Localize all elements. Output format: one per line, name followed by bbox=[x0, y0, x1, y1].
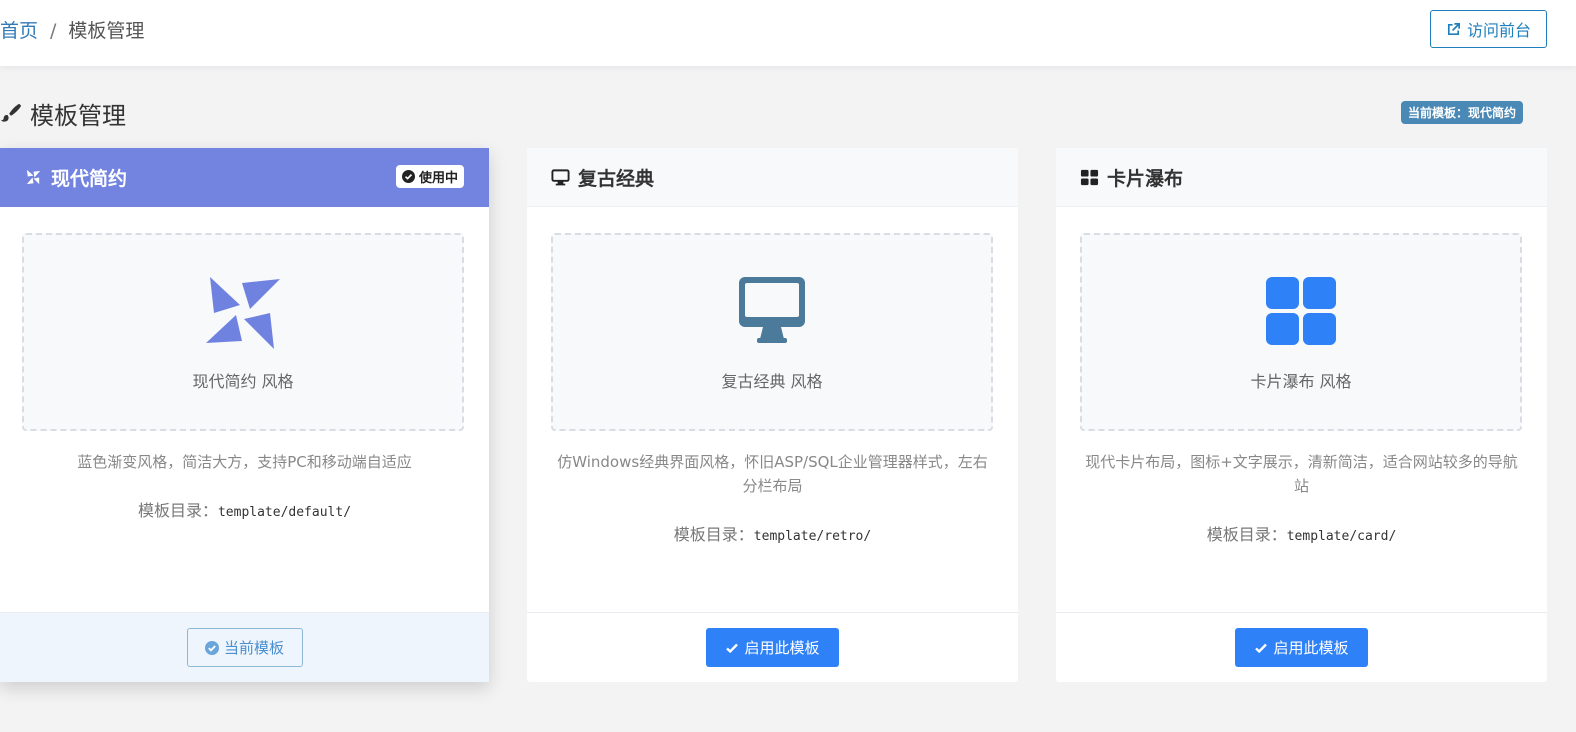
directory-path: template/default/ bbox=[217, 505, 352, 520]
template-card-modern: 现代简约 使用中 现代简约 风格 蓝色渐变风格，简洁大方，支持PC和移动端自适应… bbox=[0, 148, 489, 682]
template-card-retro: 复古经典 复古经典 风格 仿Windows经典界面风格，怀旧ASP/SQL企业管… bbox=[527, 148, 1018, 682]
grid-icon bbox=[1266, 277, 1336, 345]
card-footer: 当前模板 bbox=[0, 612, 489, 682]
monitor-icon bbox=[551, 168, 570, 185]
current-template-button[interactable]: 当前模板 bbox=[186, 628, 303, 667]
page-title-text: 模板管理 bbox=[30, 101, 126, 130]
template-description: 现代卡片布局，图标+文字展示，清新简洁，适合网站较多的导航站 bbox=[1085, 453, 1518, 495]
pinwheel-icon bbox=[26, 169, 41, 185]
current-template-label: 当前模板 bbox=[223, 639, 284, 657]
top-bar: 首页 / 模板管理 访问前台 bbox=[0, 0, 1576, 66]
visit-frontend-button[interactable]: 访问前台 bbox=[1430, 10, 1547, 48]
visit-frontend-label: 访问前台 bbox=[1466, 21, 1531, 40]
in-use-badge: 使用中 bbox=[395, 165, 464, 188]
in-use-label: 使用中 bbox=[418, 171, 458, 186]
preview-label: 卡片瀑布 风格 bbox=[1250, 372, 1352, 391]
check-icon bbox=[1255, 643, 1268, 653]
template-preview: 复古经典 风格 bbox=[551, 233, 993, 431]
card-header: 复古经典 bbox=[527, 148, 1018, 207]
template-preview: 卡片瀑布 风格 bbox=[1080, 233, 1522, 431]
directory-label: 模板目录： bbox=[137, 501, 218, 520]
directory-path: template/card/ bbox=[1286, 529, 1397, 544]
enable-template-button[interactable]: 启用此模板 bbox=[1235, 628, 1368, 667]
template-preview: 现代简约 风格 bbox=[22, 233, 464, 431]
template-description: 仿Windows经典界面风格，怀旧ASP/SQL企业管理器样式，左右分栏布局 bbox=[557, 453, 988, 495]
directory-path: template/retro/ bbox=[753, 529, 872, 544]
preview-label: 现代简约 风格 bbox=[192, 372, 294, 391]
external-link-icon bbox=[1447, 22, 1460, 35]
breadcrumb: 首页 / 模板管理 bbox=[0, 18, 144, 44]
directory-label: 模板目录： bbox=[1206, 525, 1287, 544]
grid-icon bbox=[1080, 169, 1099, 185]
page-title: 模板管理 bbox=[0, 96, 126, 130]
check-circle-icon bbox=[204, 640, 219, 655]
pinwheel-icon bbox=[206, 277, 280, 349]
check-icon bbox=[726, 643, 739, 653]
enable-template-label: 启用此模板 bbox=[744, 639, 820, 657]
card-header: 现代简约 使用中 bbox=[0, 148, 489, 207]
enable-template-button[interactable]: 启用此模板 bbox=[706, 628, 839, 667]
enable-template-label: 启用此模板 bbox=[1273, 639, 1349, 657]
current-template-badge: 当前模板：现代简约 bbox=[1401, 101, 1524, 124]
template-directory: 模板目录：template/retro/ bbox=[527, 521, 1018, 545]
breadcrumb-home-link[interactable]: 首页 bbox=[0, 18, 38, 44]
monitor-icon bbox=[739, 277, 805, 343]
template-description: 蓝色渐变风格，简洁大方，支持PC和移动端自适应 bbox=[77, 453, 412, 471]
preview-label: 复古经典 风格 bbox=[721, 372, 823, 391]
card-footer: 启用此模板 bbox=[527, 612, 1018, 682]
template-directory: 模板目录：template/default/ bbox=[0, 497, 489, 521]
template-card-cards: 卡片瀑布 卡片瀑布 风格 现代卡片布局，图标+文字展示，清新简洁，适合网站较多的… bbox=[1056, 148, 1547, 682]
card-footer: 启用此模板 bbox=[1056, 612, 1547, 682]
breadcrumb-current: 模板管理 bbox=[68, 20, 145, 42]
card-title: 复古经典 bbox=[578, 167, 655, 190]
card-title: 现代简约 bbox=[51, 168, 128, 190]
check-circle-icon bbox=[401, 170, 415, 183]
card-header: 卡片瀑布 bbox=[1056, 148, 1547, 207]
paint-brush-icon bbox=[0, 103, 22, 122]
directory-label: 模板目录： bbox=[673, 525, 754, 544]
card-title: 卡片瀑布 bbox=[1107, 167, 1184, 190]
breadcrumb-separator: / bbox=[50, 20, 57, 42]
template-directory: 模板目录：template/card/ bbox=[1056, 521, 1547, 545]
